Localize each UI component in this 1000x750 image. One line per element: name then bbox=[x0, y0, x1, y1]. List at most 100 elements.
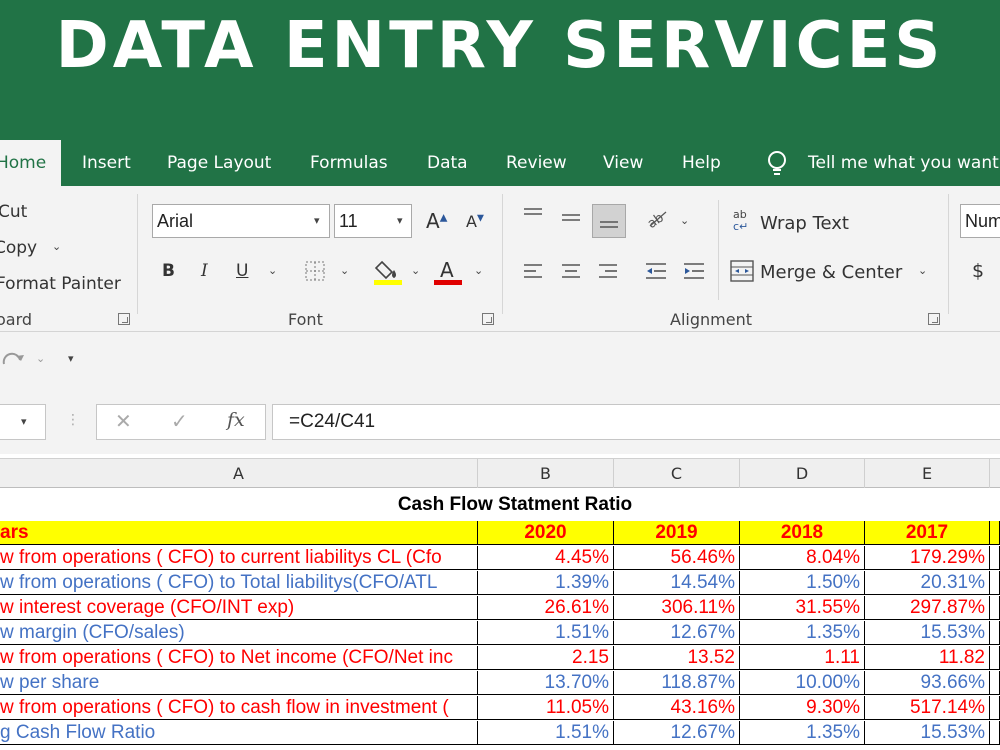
bold-icon[interactable]: B bbox=[162, 261, 175, 281]
ratio-value-cell[interactable]: 13.52 bbox=[614, 646, 740, 670]
customize-toolbar-icon[interactable]: ▾ bbox=[68, 352, 74, 365]
grid-cell[interactable] bbox=[990, 546, 1000, 570]
fill-color-dropdown-icon[interactable]: ⌄ bbox=[411, 264, 420, 277]
ratio-label-cell[interactable]: w from operations ( CFO) to cash flow in… bbox=[0, 696, 478, 720]
ratio-value-cell[interactable]: 56.46% bbox=[614, 546, 740, 570]
ratio-value-cell[interactable]: 11.82 bbox=[865, 646, 990, 670]
ratio-value-cell[interactable]: 9.30% bbox=[740, 696, 865, 720]
font-launcher-icon[interactable] bbox=[482, 313, 494, 325]
orientation-dropdown-icon[interactable]: ⌄ bbox=[680, 214, 689, 227]
borders-icon[interactable] bbox=[304, 260, 326, 282]
ratio-value-cell[interactable]: 43.16% bbox=[614, 696, 740, 720]
borders-dropdown-icon[interactable]: ⌄ bbox=[340, 264, 349, 277]
year-header-cell[interactable]: 2020 bbox=[478, 521, 614, 545]
italic-icon[interactable]: I bbox=[201, 261, 208, 281]
column-header-a[interactable]: A bbox=[0, 459, 478, 488]
ratio-label-cell[interactable]: w from operations ( CFO) to current liab… bbox=[0, 546, 478, 570]
grid-cell[interactable] bbox=[990, 521, 1000, 545]
grow-font-icon[interactable]: A▲ bbox=[426, 209, 447, 233]
wrap-text-button[interactable]: Wrap Text bbox=[760, 213, 849, 234]
name-box-dropdown-icon[interactable]: ▾ bbox=[21, 415, 27, 428]
tell-me-search[interactable]: Tell me what you want bbox=[808, 140, 999, 186]
align-right-icon[interactable] bbox=[597, 262, 619, 280]
ratio-value-cell[interactable]: 20.31% bbox=[865, 571, 990, 595]
format-painter-button[interactable]: Format Painter bbox=[0, 274, 121, 294]
ratio-value-cell[interactable]: 14.54% bbox=[614, 571, 740, 595]
lightbulb-icon[interactable] bbox=[764, 149, 790, 177]
grid-cell[interactable] bbox=[990, 671, 1000, 695]
ratio-value-cell[interactable]: 1.50% bbox=[740, 571, 865, 595]
grid-cell[interactable] bbox=[990, 721, 1000, 745]
ratio-value-cell[interactable]: 15.53% bbox=[865, 721, 990, 745]
name-box[interactable]: ▾ bbox=[0, 404, 46, 440]
column-header-d[interactable]: D bbox=[740, 459, 865, 488]
insert-function-icon[interactable]: fx bbox=[227, 409, 245, 431]
year-header-cell[interactable]: 2017 bbox=[865, 521, 990, 545]
redo-dropdown-icon[interactable]: ⌄ bbox=[36, 352, 45, 365]
ratio-value-cell[interactable]: 8.04% bbox=[740, 546, 865, 570]
tab-page-layout[interactable]: Page Layout bbox=[167, 140, 271, 186]
formula-bar-grip-icon[interactable]: ⋮ bbox=[66, 412, 80, 428]
alignment-launcher-icon[interactable] bbox=[928, 313, 940, 325]
sheet-title-cell[interactable]: Cash Flow Statment Ratio bbox=[0, 492, 1000, 518]
ratio-label-cell[interactable]: w margin (CFO/sales) bbox=[0, 621, 478, 645]
currency-icon[interactable]: $ bbox=[972, 260, 984, 282]
tab-view[interactable]: View bbox=[603, 140, 643, 186]
tab-help[interactable]: Help bbox=[682, 140, 721, 186]
ratio-value-cell[interactable]: 12.67% bbox=[614, 621, 740, 645]
font-size-dropdown-icon[interactable]: ▾ bbox=[397, 214, 403, 227]
fill-color-icon[interactable] bbox=[374, 256, 402, 286]
ratio-value-cell[interactable]: 12.67% bbox=[614, 721, 740, 745]
top-align-icon[interactable] bbox=[522, 206, 544, 222]
redo-icon[interactable] bbox=[0, 348, 26, 372]
ratio-value-cell[interactable]: 15.53% bbox=[865, 621, 990, 645]
ratio-value-cell[interactable]: 4.45% bbox=[478, 546, 614, 570]
ratio-value-cell[interactable]: 517.14% bbox=[865, 696, 990, 720]
ratio-label-cell[interactable]: w from operations ( CFO) to Net income (… bbox=[0, 646, 478, 670]
underline-icon[interactable]: U bbox=[236, 261, 248, 281]
copy-button[interactable]: Copy bbox=[0, 238, 37, 258]
ratio-value-cell[interactable]: 26.61% bbox=[478, 596, 614, 620]
ratio-label-cell[interactable]: w interest coverage (CFO/INT exp) bbox=[0, 596, 478, 620]
ratio-value-cell[interactable]: 1.39% bbox=[478, 571, 614, 595]
tab-review[interactable]: Review bbox=[506, 140, 567, 186]
merge-center-button[interactable]: Merge & Center bbox=[760, 262, 902, 283]
year-header-cell[interactable]: 2019 bbox=[614, 521, 740, 545]
ratio-value-cell[interactable]: 31.55% bbox=[740, 596, 865, 620]
grid-cell[interactable] bbox=[990, 596, 1000, 620]
ratio-value-cell[interactable]: 179.29% bbox=[865, 546, 990, 570]
enter-icon[interactable]: ✓ bbox=[171, 409, 188, 433]
number-format-box[interactable]: Num bbox=[960, 204, 1000, 238]
wrap-text-icon[interactable]: ab c↵ bbox=[732, 208, 754, 234]
shrink-font-icon[interactable]: A▼ bbox=[466, 212, 484, 231]
ratio-value-cell[interactable]: 1.51% bbox=[478, 721, 614, 745]
increase-indent-icon[interactable] bbox=[682, 262, 706, 280]
grid-cell[interactable] bbox=[990, 696, 1000, 720]
ratio-value-cell[interactable]: 11.05% bbox=[478, 696, 614, 720]
bottom-align-button[interactable] bbox=[592, 204, 626, 238]
column-header-e[interactable]: E bbox=[865, 459, 990, 488]
underline-dropdown-icon[interactable]: ⌄ bbox=[268, 264, 277, 277]
ratio-value-cell[interactable]: 118.87% bbox=[614, 671, 740, 695]
formula-input[interactable]: =C24/C41 bbox=[272, 404, 1000, 440]
column-header-b[interactable]: B bbox=[478, 459, 614, 488]
font-name-dropdown-icon[interactable]: ▾ bbox=[314, 214, 320, 227]
ratio-value-cell[interactable]: 1.11 bbox=[740, 646, 865, 670]
ratio-value-cell[interactable]: 10.00% bbox=[740, 671, 865, 695]
ratio-value-cell[interactable]: 93.66% bbox=[865, 671, 990, 695]
middle-align-icon[interactable] bbox=[560, 210, 582, 226]
font-color-dropdown-icon[interactable]: ⌄ bbox=[474, 264, 483, 277]
year-header-cell[interactable]: 2018 bbox=[740, 521, 865, 545]
copy-dropdown-icon[interactable]: ⌄ bbox=[52, 240, 61, 253]
align-center-icon[interactable] bbox=[560, 262, 582, 280]
years-label-cell[interactable]: ars bbox=[0, 521, 478, 545]
orientation-icon[interactable]: ab bbox=[644, 206, 670, 230]
font-name-box[interactable]: Arial bbox=[152, 204, 330, 238]
ratio-value-cell[interactable]: 2.15 bbox=[478, 646, 614, 670]
ratio-value-cell[interactable]: 306.11% bbox=[614, 596, 740, 620]
ratio-label-cell[interactable]: w per share bbox=[0, 671, 478, 695]
tab-formulas[interactable]: Formulas bbox=[310, 140, 388, 186]
ratio-value-cell[interactable]: 13.70% bbox=[478, 671, 614, 695]
tab-home[interactable]: Home bbox=[0, 140, 61, 186]
ratio-value-cell[interactable]: 1.35% bbox=[740, 721, 865, 745]
